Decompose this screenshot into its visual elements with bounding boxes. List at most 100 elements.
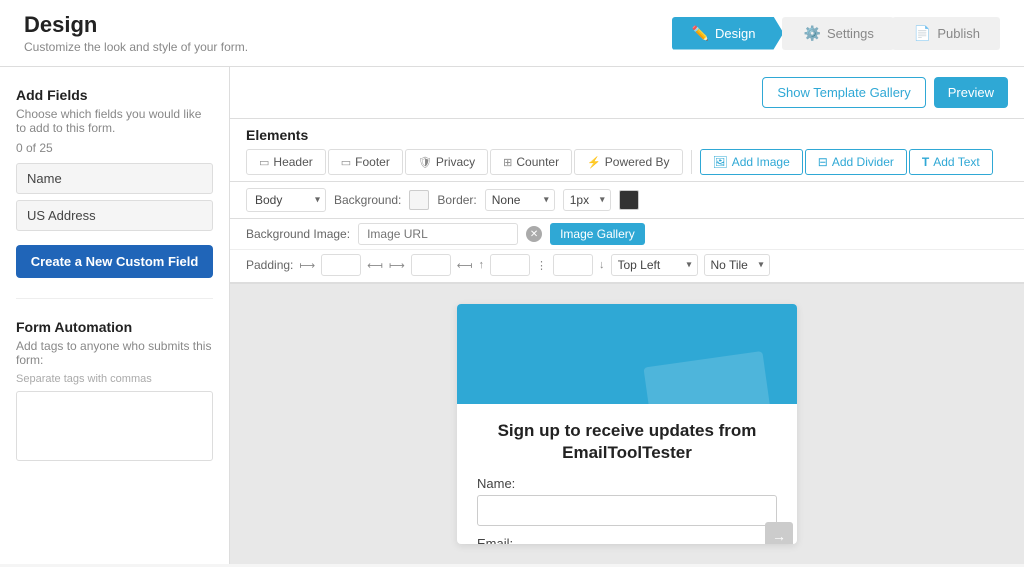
elements-separator — [691, 150, 692, 174]
padding-separator-1: ⟻ — [367, 259, 383, 272]
automation-desc: Add tags to anyone who submits this form… — [16, 339, 213, 367]
border-label: Border: — [437, 193, 476, 207]
form-container: Sign up to receive updates from EmailToo… — [457, 304, 797, 544]
field-name[interactable]: Name — [16, 163, 213, 194]
preview-button[interactable]: Preview — [934, 77, 1008, 108]
add-divider-icon: ⊟ — [818, 155, 828, 169]
add-fields-title: Add Fields — [16, 87, 213, 103]
top-header: Design Customize the look and style of y… — [0, 0, 1024, 67]
add-image-icon: 🖼 — [713, 155, 728, 169]
add-text-icon: T — [922, 155, 929, 169]
tab-privacy[interactable]: 🛡 Privacy — [405, 149, 488, 175]
body-controls-row1: Body Background: Border: NoneSolidDashed… — [230, 182, 1024, 219]
background-label: Background: — [334, 193, 401, 207]
automation-tags-hint: Separate tags with commas — [16, 373, 213, 385]
footer-tab-icon: ▭ — [341, 156, 351, 169]
image-gallery-button[interactable]: Image Gallery — [550, 223, 645, 245]
form-fields-wrapper: Name: Email: → — [477, 476, 777, 544]
tab-counter[interactable]: ⊞ Counter — [490, 149, 572, 175]
padding-separator-2: ⋮ — [536, 259, 547, 272]
tab-powered-by[interactable]: ⚡ Powered By — [574, 149, 682, 175]
header-tab-icon: ▭ — [259, 156, 269, 169]
padding-bottom-input[interactable]: 15 — [553, 254, 593, 276]
form-name-input[interactable] — [477, 495, 777, 526]
add-image-label: Add Image — [732, 155, 790, 169]
position-select-wrapper: Top LeftTop CenterTop RightCenter — [611, 254, 698, 276]
add-divider-button[interactable]: ⊟ Add Divider — [805, 149, 907, 175]
create-custom-field-button[interactable]: Create a New Custom Field — [16, 245, 213, 278]
tab-footer-label: Footer — [355, 155, 390, 169]
border-color-swatch[interactable] — [619, 190, 639, 210]
padding-left-input[interactable]: 60 — [321, 254, 361, 276]
position-select[interactable]: Top LeftTop CenterTop RightCenter — [611, 254, 698, 276]
body-select-wrapper: Body — [246, 188, 326, 212]
publish-icon: 📄 — [914, 25, 931, 42]
padding-right-icon: ⟼ — [389, 259, 405, 272]
form-email-label: Email: — [477, 536, 777, 544]
form-header-banner — [457, 304, 797, 404]
step-settings[interactable]: ⚙️ Settings — [782, 17, 894, 50]
tab-header-label: Header — [273, 155, 312, 169]
step-design[interactable]: ✏️ Design — [672, 17, 784, 50]
bg-image-clear-button[interactable]: ✕ — [526, 226, 542, 242]
padding-left-icon: ⟼ — [299, 259, 315, 272]
content-toolbar: Show Template Gallery Preview — [230, 67, 1024, 119]
border-width-select[interactable]: 1px2px3px — [563, 189, 611, 211]
padding-bottom-icon: ↓ — [599, 259, 605, 271]
content-area: Show Template Gallery Preview Elements ▭… — [230, 67, 1024, 564]
elements-tabs: ▭ Header ▭ Footer 🛡 Privacy ⊞ Counter ⚡ — [230, 143, 1024, 182]
tab-powered-by-label: Powered By — [605, 155, 670, 169]
sidebar: Add Fields Choose which fields you would… — [0, 67, 230, 564]
add-text-button[interactable]: T Add Text — [909, 149, 993, 175]
automation-tags-input[interactable] — [16, 391, 213, 461]
padding-right-input[interactable]: 60 — [411, 254, 451, 276]
add-fields-desc: Choose which fields you would like to ad… — [16, 107, 213, 135]
step-settings-label: Settings — [827, 26, 874, 41]
tab-counter-label: Counter — [516, 155, 559, 169]
padding-label: Padding: — [246, 258, 293, 272]
form-body: Sign up to receive updates from EmailToo… — [457, 404, 797, 544]
settings-icon: ⚙️ — [804, 25, 821, 42]
sidebar-divider — [16, 298, 213, 299]
header-title-block: Design Customize the look and style of y… — [24, 12, 248, 54]
body-controls-row3: Padding: ⟼ 60 ⟻ ⟼ 60 ⟻ ↑ 15 ⋮ 15 ↓ Top L… — [230, 250, 1024, 283]
fields-counter: 0 of 25 — [16, 141, 213, 155]
add-divider-label: Add Divider — [832, 155, 894, 169]
elements-title: Elements — [230, 119, 1024, 143]
add-text-label: Add Text — [933, 155, 979, 169]
design-icon: ✏️ — [692, 25, 709, 42]
bg-image-label: Background Image: — [246, 227, 350, 241]
nav-steps: ✏️ Design ⚙️ Settings 📄 Publish — [672, 17, 1000, 50]
tile-select-wrapper: No TileTileTile XTile Y — [704, 254, 770, 276]
tab-footer[interactable]: ▭ Footer — [328, 149, 403, 175]
main-layout: Add Fields Choose which fields you would… — [0, 67, 1024, 564]
tile-select[interactable]: No TileTileTile XTile Y — [704, 254, 770, 276]
page-subtitle: Customize the look and style of your for… — [24, 40, 248, 54]
tab-header[interactable]: ▭ Header — [246, 149, 326, 175]
border-select-wrapper: NoneSolidDashed — [485, 189, 555, 211]
add-image-button[interactable]: 🖼 Add Image — [700, 149, 803, 175]
automation-title: Form Automation — [16, 319, 213, 335]
form-next-button[interactable]: → — [765, 522, 793, 544]
field-us-address[interactable]: US Address — [16, 200, 213, 231]
step-publish-label: Publish — [937, 26, 980, 41]
step-publish[interactable]: 📄 Publish — [892, 17, 1000, 50]
background-color-swatch[interactable] — [409, 190, 429, 210]
padding-top-input[interactable]: 15 — [490, 254, 530, 276]
form-preview: Sign up to receive updates from EmailToo… — [230, 284, 1024, 564]
page-title: Design — [24, 12, 248, 38]
form-heading: Sign up to receive updates from EmailToo… — [477, 420, 777, 464]
privacy-tab-icon: 🛡 — [418, 156, 432, 169]
border-px-wrapper: 1px2px3px — [563, 189, 611, 211]
template-gallery-button[interactable]: Show Template Gallery — [762, 77, 925, 108]
border-style-select[interactable]: NoneSolidDashed — [485, 189, 555, 211]
padding-right-arrow: ⟻ — [457, 259, 473, 272]
body-select[interactable]: Body — [246, 188, 326, 212]
tab-privacy-label: Privacy — [436, 155, 475, 169]
bg-image-url-input[interactable] — [358, 223, 518, 245]
body-controls-row2: Background Image: ✕ Image Gallery — [230, 219, 1024, 250]
counter-tab-icon: ⊞ — [503, 156, 512, 169]
padding-top-icon: ↑ — [479, 259, 485, 271]
powered-by-tab-icon: ⚡ — [587, 156, 601, 169]
elements-panel: Elements ▭ Header ▭ Footer 🛡 Privacy ⊞ C… — [230, 119, 1024, 284]
